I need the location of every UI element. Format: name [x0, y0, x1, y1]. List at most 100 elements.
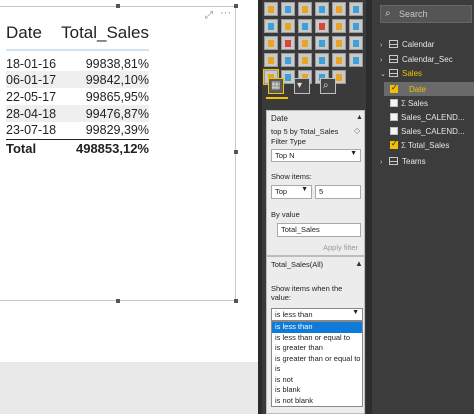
field-table-sales[interactable]: ⌄ Sales	[380, 69, 422, 78]
stacked-area-chart-icon[interactable]	[298, 19, 312, 33]
100-stacked-column-chart-icon[interactable]	[349, 2, 363, 16]
top-bottom-select[interactable]: Top ▼	[271, 185, 312, 199]
field-checkbox[interactable]	[390, 127, 398, 135]
slicer-icon[interactable]	[349, 53, 363, 67]
dropdown-option[interactable]: is not blank	[272, 396, 362, 407]
apply-filter-button[interactable]: Apply filter	[323, 243, 358, 252]
field-total-sales[interactable]: ΣTotal_Sales	[390, 139, 450, 150]
area-chart-icon[interactable]	[281, 19, 295, 33]
resize-handle[interactable]	[234, 150, 238, 154]
resize-handle[interactable]	[116, 299, 120, 303]
line-chart-icon[interactable]	[264, 19, 278, 33]
kpi-icon[interactable]	[332, 53, 346, 67]
pie-chart-icon[interactable]	[281, 36, 295, 50]
field-table-teams[interactable]: › Teams	[380, 157, 426, 166]
filled-map-icon[interactable]	[349, 36, 363, 50]
map-icon[interactable]	[332, 36, 346, 50]
table-total-row: Total 498853,12%	[6, 138, 149, 157]
clustered-column-chart-icon[interactable]	[315, 2, 329, 16]
condition-select[interactable]: is less than ▼	[271, 308, 363, 321]
100-stacked-bar-chart-icon[interactable]	[332, 2, 346, 16]
condition-selected-value: is less than	[275, 310, 313, 319]
field-date[interactable]: Date	[390, 83, 426, 94]
top-count-input[interactable]: 5	[315, 185, 361, 199]
dropdown-option[interactable]: is	[272, 364, 362, 375]
filter-type-select[interactable]: Top N ▼	[271, 149, 361, 162]
sigma-icon: Σ	[401, 141, 406, 150]
filter-type-label: Filter Type	[271, 137, 306, 146]
format-paint-roller-icon[interactable]: ▾	[294, 78, 310, 94]
dropdown-option[interactable]: is not	[272, 375, 362, 386]
table-icon	[389, 55, 398, 63]
column-header-total-sales[interactable]: Total_Sales	[57, 23, 149, 51]
cell-total-sales: 99829,39%	[85, 123, 149, 138]
field-checkbox[interactable]	[390, 113, 398, 121]
analytics-magnifier-icon[interactable]: ⌕	[320, 78, 336, 94]
table-row: 23-07-18 99829,39%	[6, 122, 149, 139]
by-value-label: By value	[271, 210, 300, 219]
date-filter-card[interactable]: Date ▲ top 5 by Total_Sales ◇ Filter Typ…	[266, 110, 365, 256]
search-icon: ⌕	[385, 8, 391, 19]
cell-total-sales: 99476,87%	[57, 105, 149, 122]
clustered-bar-chart-icon[interactable]	[298, 2, 312, 16]
field-checkbox[interactable]	[390, 99, 398, 107]
stacked-column-chart-icon[interactable]	[281, 2, 295, 16]
column-header-date[interactable]: Date	[6, 23, 58, 51]
field-sales-calendar-1[interactable]: Sales_CALEND...	[390, 113, 465, 122]
multi-row-card-icon[interactable]	[315, 53, 329, 67]
field-table-calendar[interactable]: › Calendar	[380, 40, 434, 49]
waterfall-chart-icon[interactable]	[349, 19, 363, 33]
chevron-down-icon: ▼	[301, 186, 308, 193]
field-sales[interactable]: Σ Sales	[390, 99, 428, 108]
line-and-column-chart-icon[interactable]	[315, 19, 329, 33]
collapse-chevron-icon[interactable]: ▲	[355, 259, 363, 268]
dropdown-option[interactable]: is less than	[272, 322, 362, 333]
field-name: Total_Sales	[407, 141, 450, 150]
treemap-icon[interactable]	[315, 36, 329, 50]
by-value-field-name: Total_Sales	[281, 225, 320, 234]
scrollbar[interactable]	[258, 0, 262, 414]
table-name: Calendar_Sec	[402, 55, 453, 64]
donut-chart-icon[interactable]	[298, 36, 312, 50]
resize-handle[interactable]	[234, 4, 238, 8]
total-value: 498853,12%	[57, 138, 149, 157]
table-visual[interactable]: ⤢ ··· Date Total_Sales 18-01-16 99838,81…	[0, 6, 236, 301]
table-row: 22-05-17 99865,95%	[6, 88, 149, 105]
funnel-icon[interactable]	[264, 53, 278, 67]
dropdown-option[interactable]: is greater than	[272, 343, 362, 354]
fields-search-box[interactable]: ⌕ Search	[380, 5, 472, 23]
field-checkbox[interactable]	[390, 139, 398, 149]
resize-handle[interactable]	[116, 4, 120, 8]
more-options-icon[interactable]: ···	[220, 7, 231, 19]
total-sales-filter-card[interactable]: Total_Sales(All) ▲ Show items when the v…	[266, 256, 365, 414]
collapse-chevron-icon[interactable]: ▲	[356, 114, 363, 121]
report-canvas[interactable]: ⤢ ··· Date Total_Sales 18-01-16 99838,81…	[0, 0, 258, 414]
stacked-bar-chart-icon[interactable]	[264, 2, 278, 16]
card-icon[interactable]	[298, 53, 312, 67]
dropdown-option[interactable]: is greater than or equal to	[272, 354, 362, 365]
field-sales-calendar-2[interactable]: Sales_CALEND...	[390, 127, 465, 136]
by-value-field-well[interactable]: Total_Sales	[277, 223, 361, 237]
dropdown-option[interactable]: is less than or equal to	[272, 333, 362, 344]
field-table-calendar-sec[interactable]: › Calendar_Sec	[380, 55, 453, 64]
top-bottom-value: Top	[275, 187, 288, 196]
scatter-chart-icon[interactable]	[264, 36, 278, 50]
cell-date: 18-01-16	[6, 57, 57, 71]
table-row: 06-01-17 99842,10%	[6, 71, 149, 88]
chevron-right-icon: ›	[380, 159, 383, 166]
search-input[interactable]: Search	[399, 9, 428, 19]
gauge-icon[interactable]	[281, 53, 295, 67]
filter-type-value: Top N	[275, 151, 295, 160]
dropdown-option[interactable]: is blank	[272, 385, 362, 396]
fields-tab-icon[interactable]: ▦	[268, 78, 284, 94]
clear-filter-eraser-icon[interactable]: ◇	[354, 126, 360, 135]
resize-handle[interactable]	[234, 299, 238, 303]
cell-date: 22-05-17	[6, 89, 57, 104]
field-checkbox[interactable]	[390, 83, 398, 93]
ribbon-chart-icon[interactable]	[332, 19, 346, 33]
pane-tabs: ▦ ▾ ⌕	[268, 78, 336, 94]
scrollbar[interactable]	[366, 0, 372, 414]
cell-date: 28-04-18	[6, 105, 58, 122]
focus-mode-icon[interactable]: ⤢	[205, 10, 213, 21]
field-name: Sales	[407, 99, 428, 108]
